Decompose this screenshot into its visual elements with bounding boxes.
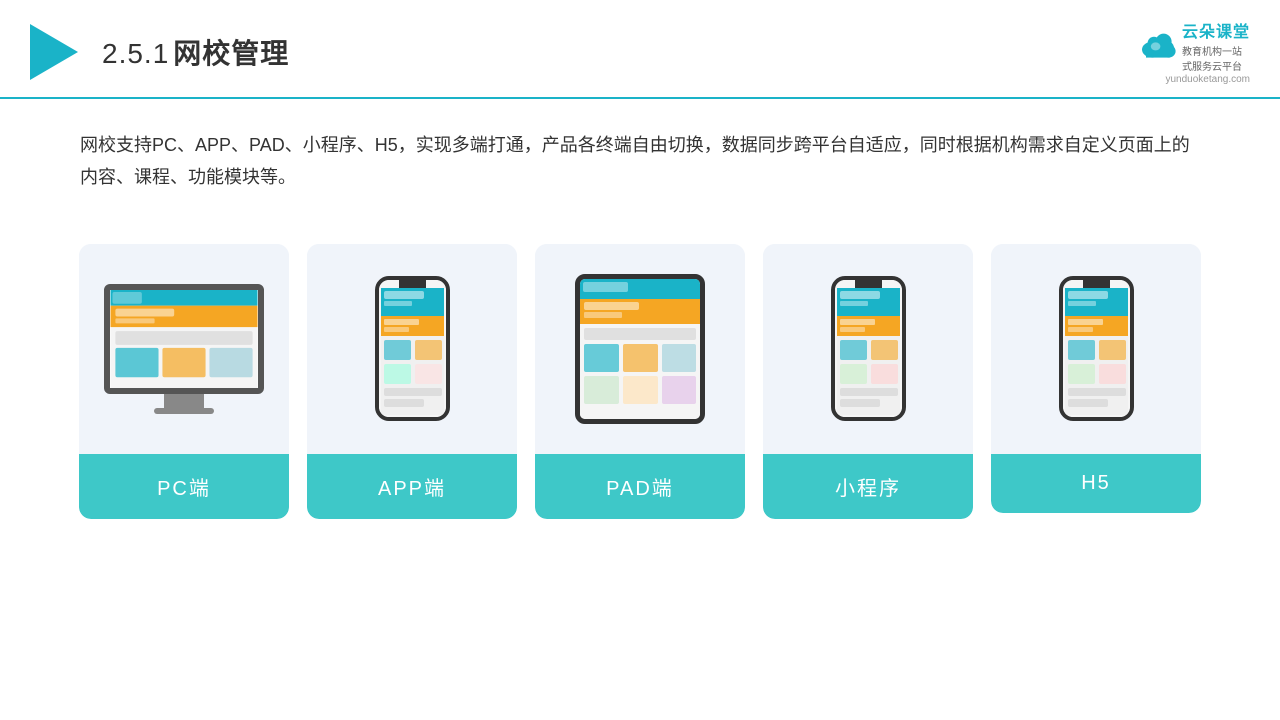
monitor-illustration [104,284,264,414]
phone-body-miniapp [831,276,906,421]
tablet-illustration [575,274,705,424]
card-pad-label: PAD端 [535,454,745,519]
header: 2.5.1网校管理 云朵课堂 教育机构一站 式服务云平台 yunduoketan… [0,0,1280,99]
card-pc-label: PC端 [79,454,289,519]
brand-text: 云朵课堂 教育机构一站 式服务云平台 [1182,18,1250,73]
brand-block: 云朵课堂 教育机构一站 式服务云平台 yunduoketang.com [1138,18,1250,85]
monitor-stand [164,394,204,408]
monitor-body [104,284,264,394]
card-h5-label: H5 [991,454,1201,513]
phone-illustration-h5 [1059,276,1134,421]
monitor-base [154,408,214,414]
card-pad: PAD端 [535,244,745,519]
cloud-icon [1138,32,1178,60]
card-miniapp-image [763,244,973,454]
card-h5-image [991,244,1201,454]
card-miniapp: 小程序 [763,244,973,519]
card-app-label: APP端 [307,454,517,519]
card-miniapp-label: 小程序 [763,454,973,519]
phone-body-app [375,276,450,421]
card-app: APP端 [307,244,517,519]
description-text: 网校支持PC、APP、PAD、小程序、H5，实现多端打通，产品各终端自由切换，数… [0,99,1280,204]
brand-row: 云朵课堂 教育机构一站 式服务云平台 [1138,18,1250,73]
phone-illustration-app [375,276,450,421]
card-pc: PC端 [79,244,289,519]
logo-triangle-icon [30,24,78,80]
card-app-image [307,244,517,454]
card-h5: H5 [991,244,1201,513]
header-left: 2.5.1网校管理 [30,24,289,80]
tablet-body [575,274,705,424]
page-title: 2.5.1网校管理 [102,32,289,72]
cards-container: PC端 [0,214,1280,539]
card-pad-image [535,244,745,454]
card-pc-image [79,244,289,454]
phone-illustration-miniapp [831,276,906,421]
phone-body-h5 [1059,276,1134,421]
